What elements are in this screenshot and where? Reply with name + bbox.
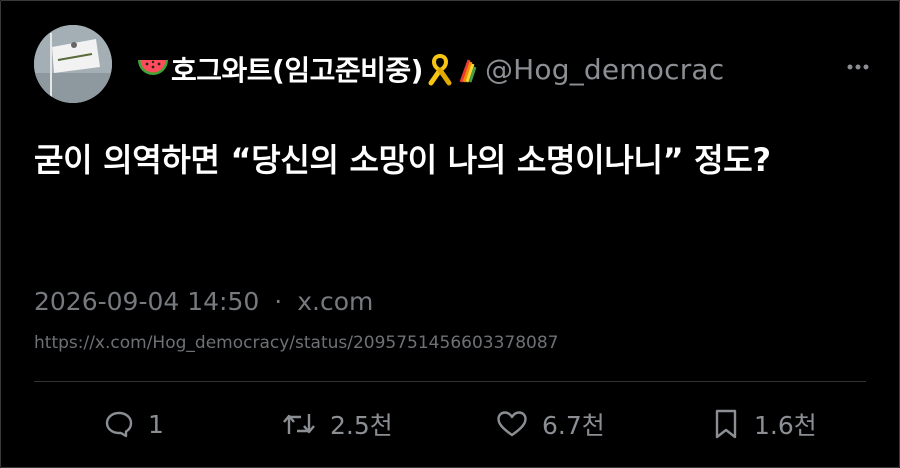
tweet-url[interactable]: https://x.com/Hog_democracy/status/20957… <box>34 333 558 353</box>
meta-separator: · <box>274 287 283 316</box>
tweet-timestamp[interactable]: 2026-09-04 14:50 <box>34 287 259 316</box>
flag-photo-avatar-icon <box>34 25 112 103</box>
bookmark-icon <box>715 409 737 439</box>
tweet-meta: 2026-09-04 14:50 · x.com <box>34 287 373 316</box>
bookmark-button[interactable]: 1.6천 <box>712 404 817 444</box>
tweet-source[interactable]: x.com <box>297 287 373 316</box>
yellow-ribbon-emoji-icon <box>423 52 457 86</box>
watermelon-emoji-icon <box>135 54 171 84</box>
reply-count: 1 <box>148 409 164 439</box>
divider <box>34 381 866 382</box>
heart-icon <box>497 411 527 437</box>
repost-button[interactable]: 2.5천 <box>282 404 393 444</box>
repost-icon <box>283 414 315 434</box>
like-button[interactable]: 6.7천 <box>496 404 605 444</box>
repost-count: 2.5천 <box>330 411 393 440</box>
bookmark-count: 1.6천 <box>754 411 817 440</box>
reply-button[interactable]: 1 <box>104 404 164 444</box>
reply-bubble-icon <box>105 411 133 438</box>
tweet-text: 굳이 의역하면 “당신의 소망이 나의 소명이나니” 정도? <box>34 141 771 179</box>
tweet-header: 호그와트(임고준비중) @Hog_democrac <box>135 46 724 92</box>
author-avatar[interactable] <box>34 25 112 103</box>
author-display-name[interactable]: 호그와트(임고준비중) <box>171 49 423 89</box>
more-dots-icon[interactable] <box>840 52 876 82</box>
author-handle[interactable]: @Hog_democrac <box>485 53 724 86</box>
rainbow-flag-emoji-icon <box>457 52 479 86</box>
like-count: 6.7천 <box>542 411 605 440</box>
